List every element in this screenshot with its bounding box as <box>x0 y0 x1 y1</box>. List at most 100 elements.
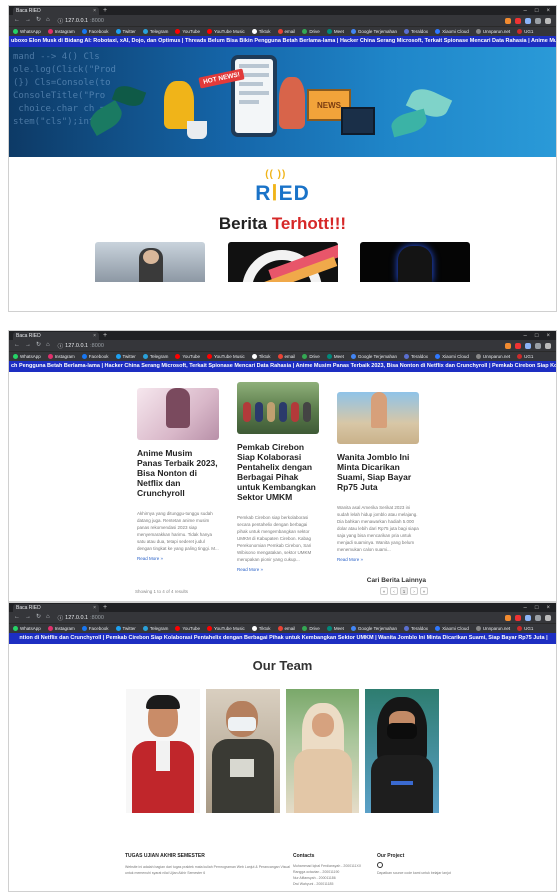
minimize-icon[interactable]: – <box>524 605 527 611</box>
reload-icon[interactable]: ↻ <box>36 340 41 351</box>
home-icon[interactable]: ⌂ <box>46 612 50 623</box>
new-tab-button[interactable]: + <box>103 332 107 340</box>
puzzle-icon[interactable] <box>535 342 541 349</box>
bookmark-item[interactable]: email <box>277 354 295 359</box>
url-field[interactable]: ⓘ 127.0.0.1:8000 <box>58 17 500 25</box>
close-window-icon[interactable]: × <box>546 605 550 611</box>
bookmark-item[interactable]: Xiaomi Cloud <box>435 354 469 359</box>
reload-icon[interactable]: ↻ <box>36 612 41 623</box>
profile-icon[interactable] <box>545 614 551 621</box>
bookmark-item[interactable]: Unnparun.net <box>475 626 510 631</box>
puzzle-icon[interactable] <box>535 17 541 24</box>
news-card-image[interactable] <box>337 392 419 444</box>
page-1-button[interactable]: 1 <box>400 587 408 595</box>
bookmark-item[interactable]: Facebook <box>81 29 109 34</box>
forward-icon[interactable]: → <box>25 340 31 351</box>
site-logo[interactable]: (( )) RⅠED <box>255 169 310 206</box>
news-card-title[interactable]: Wanita Jomblo Ini Minta Dicarikan Suami,… <box>337 452 419 492</box>
home-icon[interactable]: ⌂ <box>46 340 50 351</box>
brave-shield-icon[interactable] <box>505 342 511 349</box>
bookmark-item[interactable]: WhatsApp <box>13 29 41 34</box>
url-field[interactable]: ⓘ 127.0.0.1:8000 <box>58 614 500 622</box>
bookmark-item[interactable]: Google Terjemahan <box>350 626 397 631</box>
bookmark-item[interactable]: YouTube <box>175 354 200 359</box>
read-more-link[interactable]: Read More » <box>137 556 219 561</box>
bookmark-item[interactable]: Telegram <box>142 29 168 34</box>
browser-tab[interactable]: Bacа RIED × <box>13 603 99 612</box>
news-card-image[interactable] <box>237 382 319 434</box>
prev-page-button[interactable]: ‹ <box>390 587 398 595</box>
bookmark-item[interactable]: UG1 <box>517 626 533 631</box>
brave-shield-icon[interactable] <box>505 17 511 24</box>
read-more-link[interactable]: Read More » <box>237 567 319 572</box>
bookmark-item[interactable]: UG1 <box>517 354 533 359</box>
bookmark-item[interactable]: Drive <box>302 354 320 359</box>
bookmark-item[interactable]: WhatsApp <box>13 626 41 631</box>
bookmark-item[interactable]: Google Terjemahan <box>350 29 397 34</box>
bookmark-item[interactable]: Tiktok <box>251 29 271 34</box>
bookmark-item[interactable]: Unnparun.net <box>475 29 510 34</box>
new-tab-button[interactable]: + <box>103 604 107 612</box>
minimize-icon[interactable]: – <box>524 333 527 339</box>
bookmark-item[interactable]: Google Terjemahan <box>350 354 397 359</box>
maximize-icon[interactable]: □ <box>535 8 539 14</box>
bookmark-item[interactable]: Teraldox <box>404 354 428 359</box>
bookmark-item[interactable]: YouTube Music <box>207 354 245 359</box>
close-window-icon[interactable]: × <box>546 8 550 14</box>
maximize-icon[interactable]: □ <box>535 605 539 611</box>
close-tab-icon[interactable]: × <box>93 333 96 339</box>
bookmark-item[interactable]: Instagram <box>47 626 75 631</box>
back-icon[interactable]: ← <box>14 15 20 26</box>
bookmark-item[interactable]: YouTube Music <box>207 626 245 631</box>
rewards-icon[interactable] <box>515 614 521 621</box>
browser-tab[interactable]: Bacа RIED × <box>13 331 99 340</box>
bookmark-item[interactable]: YouTube Music <box>207 29 245 34</box>
bookmark-item[interactable]: Telegram <box>142 354 168 359</box>
extension-icon[interactable] <box>525 17 531 24</box>
bookmark-item[interactable]: Meet <box>326 354 344 359</box>
bookmark-item[interactable]: Instagram <box>47 354 75 359</box>
bookmark-item[interactable]: Twitter <box>115 626 136 631</box>
profile-icon[interactable] <box>545 342 551 349</box>
news-thumbnail[interactable] <box>227 242 338 282</box>
bookmark-item[interactable]: Xiaomi Cloud <box>435 626 469 631</box>
puzzle-icon[interactable] <box>535 614 541 621</box>
back-icon[interactable]: ← <box>14 612 20 623</box>
close-window-icon[interactable]: × <box>546 333 550 339</box>
bookmark-item[interactable]: Teraldox <box>404 626 428 631</box>
news-card-title[interactable]: Pemkab Cirebon Siap Kolaborasi Pentaheli… <box>237 442 319 502</box>
bookmark-item[interactable]: YouTube <box>175 626 200 631</box>
rewards-icon[interactable] <box>515 17 521 24</box>
first-page-button[interactable]: « <box>380 587 388 595</box>
bookmark-item[interactable]: YouTube <box>175 29 200 34</box>
news-thumbnail[interactable] <box>360 242 470 282</box>
minimize-icon[interactable]: – <box>524 8 527 14</box>
news-card-image[interactable] <box>137 388 219 440</box>
bookmark-item[interactable]: Facebook <box>81 626 109 631</box>
bookmark-item[interactable]: email <box>277 626 295 631</box>
bookmark-item[interactable]: Tiktok <box>251 626 271 631</box>
bookmark-item[interactable]: Unnparun.net <box>475 354 510 359</box>
bookmark-item[interactable]: Twitter <box>115 29 136 34</box>
next-page-button[interactable]: › <box>410 587 418 595</box>
bookmark-item[interactable]: Teraldox <box>404 29 428 34</box>
extension-icon[interactable] <box>525 342 531 349</box>
news-card[interactable]: Wanita Jomblo Ini Minta Dicarikan Suami,… <box>337 382 419 572</box>
news-card[interactable]: Pemkab Cirebon Siap Kolaborasi Pentaheli… <box>237 382 319 572</box>
url-field[interactable]: ⓘ 127.0.0.1:8000 <box>58 342 500 350</box>
github-icon[interactable] <box>377 862 383 868</box>
bookmark-item[interactable]: Drive <box>302 626 320 631</box>
bookmark-item[interactable]: Meet <box>326 29 344 34</box>
bookmark-item[interactable]: Meet <box>326 626 344 631</box>
forward-icon[interactable]: → <box>25 612 31 623</box>
forward-icon[interactable]: → <box>25 15 31 26</box>
bookmark-item[interactable]: WhatsApp <box>13 354 41 359</box>
news-card-title[interactable]: Anime Musim Panas Terbaik 2023, Bisa Non… <box>137 448 219 498</box>
browser-tab[interactable]: Bacа RIED × <box>13 6 99 15</box>
back-icon[interactable]: ← <box>14 340 20 351</box>
close-tab-icon[interactable]: × <box>93 8 96 14</box>
brave-shield-icon[interactable] <box>505 614 511 621</box>
rewards-icon[interactable] <box>515 342 521 349</box>
bookmark-item[interactable]: Facebook <box>81 354 109 359</box>
bookmark-item[interactable]: email <box>277 29 295 34</box>
